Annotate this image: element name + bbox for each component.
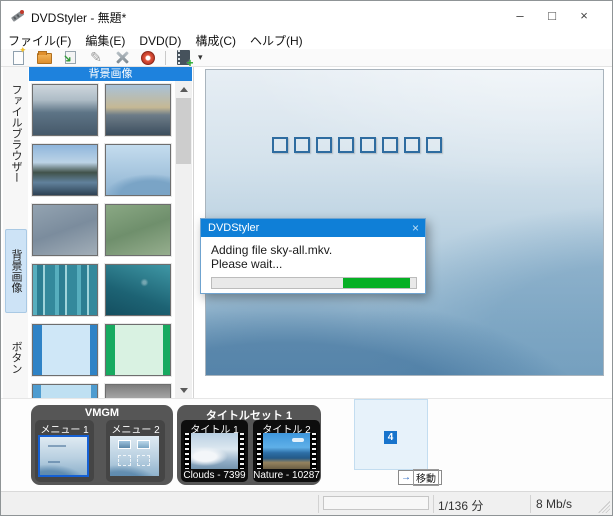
- background-thumb-lake-shore-photo[interactable]: [32, 144, 98, 196]
- status-bar: 1/136 分 8 Mb/s: [1, 491, 612, 515]
- drag-count-badge: 4: [384, 431, 397, 444]
- scroll-up-icon[interactable]: [175, 81, 192, 97]
- dialog-message-line1: Adding file sky-all.mkv.: [211, 243, 332, 257]
- settings-tools-icon: [115, 50, 130, 65]
- move-tooltip: → 移動: [398, 470, 442, 485]
- save-project-icon: [65, 51, 76, 64]
- tab-file-browser[interactable]: ファイルブラウザー: [5, 71, 27, 196]
- background-thumb-green-side-bars[interactable]: [105, 324, 171, 376]
- title-bar: DVDStyler - 無題* – □ ×: [1, 1, 612, 30]
- move-arrow-icon: →: [401, 472, 411, 483]
- add-file-button[interactable]: [170, 49, 196, 66]
- burn-disc-icon: [141, 51, 155, 65]
- edit-pencil-icon: ✎: [90, 49, 102, 66]
- title-1-caption: Clouds - 7399: [181, 470, 248, 481]
- placeholder-glyph-square: [272, 137, 288, 153]
- panel-header: 背景画像: [29, 67, 192, 81]
- menu-item-0[interactable]: ファイル(F): [1, 30, 78, 49]
- status-gauge: [323, 496, 429, 510]
- progress-dialog: DVDStyler × Adding file sky-all.mkv. Ple…: [200, 218, 426, 294]
- background-thumb-green-blur[interactable]: [105, 204, 171, 256]
- background-thumb-underwater-teal[interactable]: [105, 264, 171, 316]
- open-project-icon: [37, 53, 52, 64]
- title-2-caption: Nature - 10287: [253, 470, 320, 481]
- dialog-message: Adding file sky-all.mkv. Please wait...: [211, 243, 332, 271]
- title-1-filmstrip: [184, 433, 245, 469]
- menu-item-1[interactable]: メニュー 1: [35, 420, 94, 482]
- placeholder-glyph-square: [338, 137, 354, 153]
- add-file-icon: [177, 50, 190, 65]
- placeholder-glyph-square: [382, 137, 398, 153]
- background-thumb-coast-boat-photo[interactable]: [105, 84, 171, 136]
- maximize-button[interactable]: □: [536, 1, 568, 30]
- menu-title-placeholder: [272, 137, 442, 153]
- save-project-button[interactable]: [57, 49, 83, 66]
- burn-disc-button[interactable]: [135, 49, 161, 66]
- window-title: DVDStyler - 無題*: [31, 9, 126, 26]
- placeholder-glyph-square: [316, 137, 332, 153]
- toolbar: ✎▾: [1, 49, 612, 67]
- background-thumb-blue-side-bars[interactable]: [32, 324, 98, 376]
- menu-item-1[interactable]: 編集(E): [78, 30, 132, 49]
- status-bitrate: 8 Mb/s: [536, 497, 572, 511]
- menu-item-2[interactable]: DVD(D): [132, 32, 188, 48]
- scrollbar-thumb[interactable]: [176, 98, 191, 164]
- progress-fill: [343, 278, 410, 288]
- dropdown-arrow-icon[interactable]: ▾: [198, 52, 203, 63]
- dialog-close-icon[interactable]: ×: [412, 219, 419, 237]
- menu-1-label: メニュー 1: [35, 420, 94, 436]
- titleset-manager: VMGM メニュー 1 メニュー 2 タイトルセット 1 タイトル 1 Cl: [1, 398, 612, 491]
- dialog-message-line2: Please wait...: [211, 257, 332, 271]
- dialog-title: DVDStyler: [201, 219, 425, 237]
- progress-bar: [211, 277, 417, 289]
- background-thumb-blue-waves-gradient[interactable]: [105, 144, 171, 196]
- vmgm-label: VMGM: [31, 405, 173, 419]
- placeholder-glyph-square: [294, 137, 310, 153]
- tab-backgrounds[interactable]: 背景画像: [5, 229, 27, 313]
- placeholder-glyph-square: [360, 137, 376, 153]
- title-2-filmstrip: [256, 433, 317, 469]
- panel-scrollbar[interactable]: [175, 81, 192, 398]
- toolbar-separator: [165, 51, 166, 65]
- panel-divider: [193, 67, 194, 398]
- scroll-down-icon[interactable]: [175, 382, 192, 398]
- background-thumbnail-panel: [29, 81, 175, 398]
- menu-bar: ファイル(F)編集(E)DVD(D)構成(C)ヘルプ(H): [1, 30, 612, 49]
- titleset-group: タイトルセット 1 タイトル 1 Clouds - 7399 タイトル 2 Na…: [177, 405, 321, 485]
- menu-item-4[interactable]: ヘルプ(H): [243, 30, 310, 49]
- dvdstyler-window: DVDStyler - 無題* – □ × ファイル(F)編集(E)DVD(D)…: [0, 0, 613, 516]
- background-thumb-teal-stripes[interactable]: [32, 264, 98, 316]
- left-tab-strip: ファイルブラウザー背景画像ボタン: [3, 67, 28, 398]
- menu-item-3[interactable]: 構成(C): [188, 30, 243, 49]
- background-thumb-gray-blue-blur[interactable]: [32, 204, 98, 256]
- tab-buttons[interactable]: ボタン: [5, 321, 27, 393]
- move-label: 移動: [413, 469, 439, 486]
- title-item-1[interactable]: タイトル 1 Clouds - 7399: [181, 420, 248, 482]
- vmgm-group: VMGM メニュー 1 メニュー 2: [31, 405, 173, 485]
- app-icon: [10, 8, 25, 23]
- minimize-button[interactable]: –: [504, 1, 536, 30]
- new-project-icon: [13, 51, 24, 65]
- menu-2-label: メニュー 2: [106, 420, 165, 436]
- edit-pencil-button[interactable]: ✎: [83, 49, 109, 66]
- status-duration: 1/136 分: [438, 497, 483, 514]
- menu-item-2[interactable]: メニュー 2: [106, 420, 165, 482]
- menu-1-thumbnail[interactable]: [38, 435, 89, 477]
- settings-tools-button[interactable]: [109, 49, 135, 66]
- placeholder-glyph-square: [426, 137, 442, 153]
- background-thumb-sea-island-photo[interactable]: [32, 84, 98, 136]
- close-button[interactable]: ×: [568, 1, 600, 30]
- drag-ghost: 4: [354, 399, 428, 470]
- background-thumb-gray-frame-gradient[interactable]: [105, 384, 171, 398]
- new-project-button[interactable]: [5, 49, 31, 66]
- title-item-2[interactable]: タイトル 2 Nature - 10287: [253, 420, 320, 482]
- resize-grip[interactable]: [598, 501, 610, 513]
- placeholder-glyph-square: [404, 137, 420, 153]
- background-thumb-blue-gradient-bars[interactable]: [32, 384, 98, 398]
- open-project-button[interactable]: [31, 49, 57, 66]
- menu-2-thumbnail[interactable]: [110, 436, 159, 476]
